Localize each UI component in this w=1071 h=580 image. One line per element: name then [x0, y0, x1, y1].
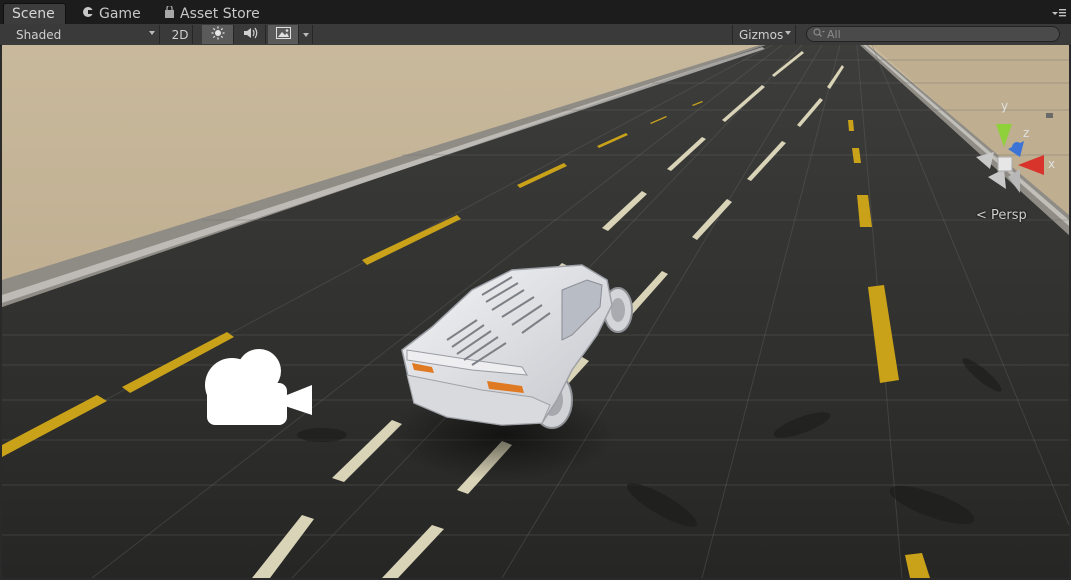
axis-y-label: y: [1001, 99, 1008, 113]
scene-toolbar: Shaded 2D Gizmos All: [0, 24, 1071, 46]
tab-label: Game: [99, 5, 141, 22]
search-icon: [813, 27, 825, 41]
scene-effects-toggle[interactable]: [268, 25, 299, 44]
image-icon: [275, 27, 291, 42]
tab-label: Asset Store: [180, 5, 260, 22]
scene-render: [2, 45, 1069, 578]
axis-y-handle[interactable]: [996, 124, 1012, 147]
chevron-down-icon: [149, 31, 155, 35]
sun-icon: [211, 26, 225, 43]
axis-x-label: x: [1048, 157, 1055, 171]
tab-game[interactable]: Game: [74, 3, 154, 24]
tab-label: Scene: [12, 6, 55, 22]
chevron-down-icon: [302, 32, 309, 37]
shopping-bag-icon: [164, 4, 175, 21]
scene-orientation-gizmo[interactable]: y z x: [968, 97, 1068, 207]
speaker-icon: [243, 26, 259, 43]
2d-mode-label: 2D: [171, 27, 189, 42]
tab-scene[interactable]: Scene: [3, 3, 66, 24]
2d-mode-button[interactable]: 2D: [168, 25, 193, 44]
draw-mode-dropdown[interactable]: Shaded: [8, 25, 160, 44]
unity-scene-window: Scene Game Asset Store Shaded 2D Gizmos …: [0, 0, 1071, 580]
projection-toggle[interactable]: < Persp: [976, 208, 1027, 223]
game-controller-icon: [82, 6, 94, 21]
gizmos-dropdown[interactable]: Gizmos: [732, 25, 796, 44]
window-menu-icon[interactable]: [1051, 6, 1067, 18]
axis-z-label: z: [1023, 126, 1029, 140]
search-input[interactable]: [825, 27, 1029, 41]
axis-x-handle[interactable]: [1018, 155, 1044, 175]
scene-viewport[interactable]: y z x < Persp: [2, 45, 1069, 578]
scene-audio-toggle[interactable]: [236, 25, 266, 44]
scene-search-field[interactable]: [806, 26, 1060, 42]
scene-lighting-toggle[interactable]: [202, 25, 234, 44]
effects-dropdown-button[interactable]: [299, 25, 313, 44]
draw-mode-label: Shaded: [16, 27, 62, 42]
gizmos-label: Gizmos: [739, 27, 784, 42]
tab-bar: Scene Game Asset Store: [0, 0, 1071, 25]
lock-icon[interactable]: [1046, 113, 1053, 118]
tab-asset-store[interactable]: Asset Store: [156, 3, 271, 24]
chevron-down-icon: [785, 31, 791, 35]
